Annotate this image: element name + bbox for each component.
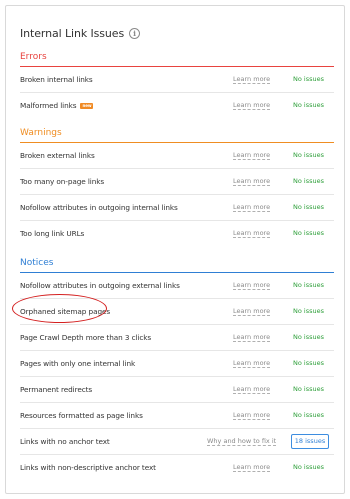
issue-label: Nofollow attributes in outgoing external… xyxy=(20,281,180,290)
learn-more-link[interactable]: Learn more xyxy=(233,307,271,316)
status-text: No issues xyxy=(293,463,324,471)
learn-more-link[interactable]: Learn more xyxy=(233,281,271,290)
issue-label: Nofollow attributes in outgoing internal… xyxy=(20,203,178,212)
section-title: Notices xyxy=(20,258,54,268)
issue-label: Page Crawl Depth more than 3 clicks xyxy=(20,333,152,342)
learn-more-link[interactable]: Learn more xyxy=(233,203,271,212)
issue-row: Links with no anchor text Why and how to … xyxy=(20,429,334,455)
status-text: No issues xyxy=(293,411,324,419)
issue-row: Broken external links Learn more No issues xyxy=(20,143,334,169)
status-text: No issues xyxy=(293,307,324,315)
issue-label-wrap: Nofollow attributes in outgoing external… xyxy=(20,281,180,290)
issue-list: Broken internal links Learn more No issues… xyxy=(20,67,334,119)
issue-label-wrap: Nofollow attributes in outgoing internal… xyxy=(20,203,178,212)
new-badge: new xyxy=(80,102,94,109)
status-text: No issues xyxy=(293,177,324,185)
learn-more-link[interactable]: Learn more xyxy=(233,229,271,238)
issue-row: Broken internal links Learn more No issues xyxy=(20,67,334,93)
issue-row: Pages with only one internal link Learn m… xyxy=(20,351,334,377)
info-icon[interactable]: i xyxy=(129,27,141,39)
issue-row: Orphaned sitemap pages Learn more No issue… xyxy=(20,299,334,325)
issue-label-wrap: Pages with only one internal link xyxy=(20,359,135,368)
panel-header: Internal Link Issues i xyxy=(20,25,141,41)
issue-row: Nofollow attributes in outgoing external… xyxy=(20,273,334,299)
issue-row: Resources formatted as page links Learn m… xyxy=(20,403,334,429)
issue-label: Resources formatted as page links xyxy=(20,411,143,420)
issue-list: Nofollow attributes in outgoing external… xyxy=(20,273,334,481)
issue-label: Links with no anchor text xyxy=(20,437,110,446)
issue-label: Too long link URLs xyxy=(20,229,85,238)
issue-label-wrap: Permanent redirects xyxy=(20,385,92,394)
panel-title: Internal Link Issues xyxy=(20,26,125,40)
section-title: Warnings xyxy=(20,128,62,138)
status-text: No issues xyxy=(293,203,324,211)
issue-label-wrap: Too many on-page links xyxy=(20,177,104,186)
issue-row: Nofollow attributes in outgoing internal… xyxy=(20,195,334,221)
issue-row: Links with non-descriptive anchor text Le… xyxy=(20,455,334,481)
learn-more-link[interactable]: Learn more xyxy=(233,333,271,342)
issue-row: Too long link URLs Learn more No issues xyxy=(20,221,334,247)
issue-row: Permanent redirects Learn more No issues xyxy=(20,377,334,403)
learn-more-link[interactable]: Learn more xyxy=(233,463,271,472)
issue-label: Orphaned sitemap pages xyxy=(20,307,111,316)
issue-label-wrap: Links with non-descriptive anchor text xyxy=(20,463,156,472)
status-text: No issues xyxy=(293,359,324,367)
section-notices: Notices Nofollow attributes in outgoing e… xyxy=(20,257,334,481)
issue-label-wrap: Broken internal links xyxy=(20,75,93,84)
status-text: No issues xyxy=(293,151,324,159)
issue-label: Links with non-descriptive anchor text xyxy=(20,463,156,472)
internal-link-issues-panel: Internal Link Issues i Errors Broken inte… xyxy=(5,5,345,494)
issue-label: Pages with only one internal link xyxy=(20,359,136,368)
status-text: No issues xyxy=(293,101,324,109)
issue-list: Broken external links Learn more No issues… xyxy=(20,143,334,247)
learn-more-link[interactable]: Learn more xyxy=(233,151,271,160)
status-text: No issues xyxy=(293,229,324,237)
learn-more-link[interactable]: Learn more xyxy=(233,177,271,186)
status-text: No issues xyxy=(293,281,324,289)
issue-row: Malformed links new Learn more No issues xyxy=(20,93,334,119)
issue-row: Page Crawl Depth more than 3 clicks Learn… xyxy=(20,325,334,351)
issue-label-wrap: Links with no anchor text xyxy=(20,437,110,446)
issue-label-wrap: Too long link URLs xyxy=(20,229,84,238)
learn-more-link[interactable]: Learn more xyxy=(233,101,271,110)
issue-label-wrap: Malformed links new xyxy=(20,101,94,110)
section-title: Errors xyxy=(20,52,47,62)
issue-label: Broken internal links xyxy=(20,75,93,84)
status-text: No issues xyxy=(293,75,324,83)
issue-label-wrap: Broken external links xyxy=(20,151,95,160)
issues-count-button[interactable]: 18 issues xyxy=(291,434,329,449)
status-text: No issues xyxy=(293,333,324,341)
issue-label: Malformed links xyxy=(20,101,77,110)
learn-more-link[interactable]: Learn more xyxy=(233,75,271,84)
issue-label-wrap: Page Crawl Depth more than 3 clicks xyxy=(20,333,151,342)
learn-more-link[interactable]: Learn more xyxy=(233,385,271,394)
issue-label: Too many on-page links xyxy=(20,177,105,186)
issue-label: Broken external links xyxy=(20,151,95,160)
status-text: No issues xyxy=(293,385,324,393)
issue-label: Permanent redirects xyxy=(20,385,93,394)
learn-more-link[interactable]: Learn more xyxy=(233,359,271,368)
section-warnings: Warnings Broken external links Learn more N… xyxy=(20,127,334,247)
learn-more-link[interactable]: Learn more xyxy=(233,411,271,420)
section-errors: Errors Broken internal links Learn more No … xyxy=(20,51,334,119)
issue-label-wrap: Orphaned sitemap pages xyxy=(20,307,110,316)
how-to-fix-link[interactable]: Why and how to fix it xyxy=(207,437,277,446)
issue-row: Too many on-page links Learn more No issue… xyxy=(20,169,334,195)
issue-label-wrap: Resources formatted as page links xyxy=(20,411,143,420)
